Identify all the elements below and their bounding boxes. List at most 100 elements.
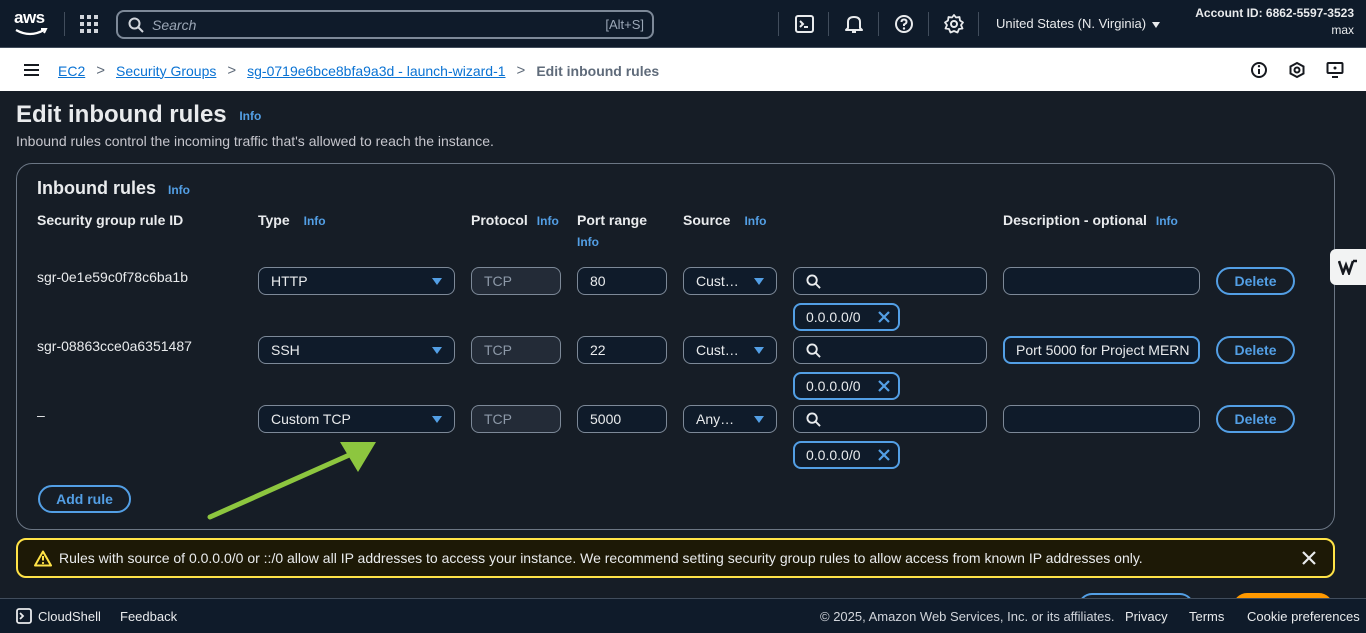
source-search-input[interactable] (793, 405, 987, 433)
column-header-port-range: Port range Info (577, 212, 648, 249)
warning-text: Rules with source of 0.0.0.0/0 or ::/0 a… (59, 550, 1143, 566)
warning-icon (34, 550, 52, 567)
container-info-link[interactable]: Info (168, 183, 190, 197)
caret-down-icon (754, 278, 764, 285)
breadcrumb-security-group[interactable]: sg-0719e6bce8bfa9a3d - launch-wizard-1 (247, 63, 505, 79)
gear-icon[interactable] (943, 13, 965, 35)
aws-logo[interactable]: aws (14, 8, 50, 38)
search-shortcut-hint: [Alt+S] (605, 17, 644, 32)
cidr-token-label: 0.0.0.0/0 (806, 309, 861, 325)
type-info-link[interactable]: Info (304, 214, 326, 228)
add-rule-button[interactable]: Add rule (38, 485, 131, 513)
remove-token-icon[interactable] (877, 310, 891, 324)
divider (878, 12, 879, 36)
protocol-info-link[interactable]: Info (537, 214, 559, 228)
breadcrumb-current: Edit inbound rules (536, 62, 660, 79)
aws-logo-text: aws (14, 8, 45, 27)
protocol-field: TCP (471, 336, 561, 364)
column-header-source: Source Info (683, 212, 767, 228)
source-select-value: Cust… (696, 273, 739, 289)
page-info-link[interactable]: Info (239, 109, 261, 123)
delete-rule-button[interactable]: Delete (1216, 267, 1295, 295)
annotation-arrow-icon (207, 442, 376, 520)
cidr-token: 0.0.0.0/0 (793, 372, 900, 400)
column-header-rule-id: Security group rule ID (37, 212, 184, 228)
breadcrumb-separator: > (96, 62, 105, 79)
column-header-description: Description - optional Info (1003, 212, 1178, 228)
cloudshell-icon[interactable] (794, 13, 816, 35)
port-range-input[interactable]: 80 (577, 267, 667, 295)
column-header-protocol: Protocol Info (471, 212, 559, 228)
rule-id: – (37, 407, 45, 423)
rule-id: sgr-08863cce0a6351487 (37, 338, 192, 354)
page-description: Inbound rules control the incoming traff… (16, 133, 494, 149)
cidr-token: 0.0.0.0/0 (793, 441, 900, 469)
info-circle-icon[interactable] (1250, 61, 1268, 79)
breadcrumb: EC2 > Security Groups > sg-0719e6bce8bfa… (58, 62, 659, 79)
search-icon (806, 412, 821, 427)
remove-token-icon[interactable] (877, 379, 891, 393)
caret-down-icon (1152, 21, 1161, 28)
description-input[interactable] (1003, 405, 1200, 433)
column-header-type: Type Info (258, 212, 326, 228)
region-selector[interactable]: United States (N. Virginia) (996, 16, 1161, 31)
divider (64, 12, 65, 36)
cloudshell-icon (16, 608, 32, 624)
source-search-input[interactable] (793, 267, 987, 295)
cidr-token-label: 0.0.0.0/0 (806, 447, 861, 463)
source-select[interactable]: Cust… (683, 267, 777, 295)
side-panel-tab[interactable] (1330, 249, 1366, 285)
protocol-field: TCP (471, 267, 561, 295)
source-search-input[interactable] (793, 336, 987, 364)
cloudshell-link[interactable]: CloudShell (16, 608, 101, 624)
hexagon-icon[interactable] (1288, 61, 1306, 79)
page-title-text: Edit inbound rules (16, 101, 227, 128)
screen-settings-icon[interactable] (1326, 61, 1344, 79)
footer: CloudShell Feedback © 2025, Amazon Web S… (0, 598, 1366, 633)
bell-icon[interactable] (843, 13, 865, 35)
caret-down-icon (432, 416, 442, 423)
caret-down-icon (754, 416, 764, 423)
source-select-value: Cust… (696, 342, 739, 358)
caret-down-icon (432, 347, 442, 354)
divider (828, 12, 829, 36)
description-input[interactable] (1003, 267, 1200, 295)
container-title: Inbound rules Info (37, 178, 190, 199)
port-range-input[interactable]: 5000 (577, 405, 667, 433)
breadcrumb-ec2[interactable]: EC2 (58, 63, 85, 79)
caret-down-icon (432, 278, 442, 285)
description-input[interactable]: Port 5000 for Project MERN (1003, 336, 1200, 364)
search-icon (806, 343, 821, 358)
close-icon[interactable] (1301, 550, 1317, 566)
search-icon (128, 17, 144, 33)
cidr-token-label: 0.0.0.0/0 (806, 378, 861, 394)
source-select[interactable]: Cust… (683, 336, 777, 364)
breadcrumb-security-groups[interactable]: Security Groups (116, 63, 216, 79)
breadcrumb-separator: > (516, 62, 526, 79)
search-box[interactable]: [Alt+S] (116, 10, 654, 39)
copyright-text: © 2025, Amazon Web Services, Inc. or its… (820, 609, 1115, 624)
delete-rule-button[interactable]: Delete (1216, 336, 1295, 364)
account-id: Account ID: 6862-5597-3523 (1195, 6, 1354, 20)
delete-rule-button[interactable]: Delete (1216, 405, 1295, 433)
remove-token-icon[interactable] (877, 448, 891, 462)
menu-icon[interactable] (24, 64, 39, 76)
source-select[interactable]: Any… (683, 405, 777, 433)
type-select[interactable]: Custom TCP (258, 405, 455, 433)
type-select-value: SSH (271, 342, 300, 358)
type-select[interactable]: SSH (258, 336, 455, 364)
port-range-info-link[interactable]: Info (577, 235, 599, 249)
description-info-link[interactable]: Info (1156, 214, 1178, 228)
type-select[interactable]: HTTP (258, 267, 455, 295)
feedback-link[interactable]: Feedback (120, 609, 177, 624)
cookie-preferences-link[interactable]: Cookie preferences (1247, 609, 1360, 624)
divider (778, 12, 779, 36)
services-grid-icon[interactable] (80, 15, 98, 33)
privacy-link[interactable]: Privacy (1125, 609, 1168, 624)
source-info-link[interactable]: Info (744, 214, 766, 228)
account-menu[interactable]: Account ID: 6862-5597-3523 max (1195, 6, 1354, 37)
port-range-input[interactable]: 22 (577, 336, 667, 364)
terms-link[interactable]: Terms (1189, 609, 1224, 624)
search-input[interactable] (152, 16, 552, 34)
help-icon[interactable] (893, 13, 915, 35)
